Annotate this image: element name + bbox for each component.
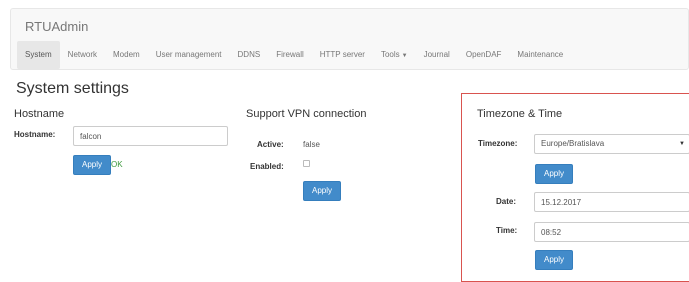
time-apply-button[interactable]: Apply [535,250,574,270]
timezone-section-title: Timezone & Time [477,108,563,120]
vpn-active-value: false [303,140,320,149]
nav-item-opendaf[interactable]: OpenDAF [458,41,510,69]
nav-item-network[interactable]: Network [60,41,105,69]
nav-item-firewall[interactable]: Firewall [268,41,312,69]
timezone-time-panel: Timezone & Time Timezone: Europe/Bratisl… [461,93,689,282]
nav-item-label: OpenDAF [465,50,502,59]
page-title: System settings [16,80,129,97]
hostname-label: Hostname: [14,130,56,139]
nav-item-label: User management [155,50,222,59]
timezone-apply-button[interactable]: Apply [535,164,574,184]
vpn-enabled-label: Enabled: [250,162,284,171]
vpn-active-label: Active: [257,140,284,149]
nav-item-maintenance[interactable]: Maintenance [509,41,571,69]
nav-item-system[interactable]: System [17,41,60,69]
timezone-select[interactable]: Europe/Bratislava ▼ [534,134,689,154]
nav-item-modem[interactable]: Modem [105,41,148,69]
nav-item-label: Tools [380,50,400,59]
date-input[interactable] [534,192,689,212]
vpn-enabled-checkbox[interactable] [303,160,310,167]
nav-item-journal[interactable]: Journal [416,41,458,69]
main-nav-tabs: System Network Modem User management DDN… [17,41,571,69]
caret-down-icon: ▼ [401,53,408,59]
nav-item-label: Network [67,50,98,59]
caret-down-icon: ▼ [679,141,685,147]
nav-item-user-management[interactable]: User management [148,41,230,69]
top-navbar: RTUAdmin System Network Modem User manag… [10,8,689,70]
nav-item-label: System [25,50,52,59]
nav-item-label: Maintenance [517,50,564,59]
app-brand[interactable]: RTUAdmin [25,19,88,34]
hostname-apply-button[interactable]: Apply [73,155,112,175]
vpn-apply-button[interactable]: Apply [303,181,342,201]
vpn-section-title: Support VPN connection [246,108,367,120]
nav-item-label: HTTP server [319,50,365,59]
nav-item-label: Journal [423,50,450,59]
nav-item-ddns[interactable]: DDNS [230,41,269,69]
nav-item-label: Modem [113,50,140,59]
hostname-input[interactable] [73,126,228,146]
nav-item-label: DDNS [237,50,261,59]
nav-item-http-server[interactable]: HTTP server [312,41,373,69]
timezone-label: Timezone: [478,139,518,148]
hostname-status-ok: OK [111,160,123,169]
nav-item-tools[interactable]: Tools ▼ [373,41,416,69]
time-input[interactable] [534,222,689,242]
time-label: Time: [496,226,518,235]
date-label: Date: [496,197,517,206]
nav-item-label: Firewall [276,50,304,59]
hostname-section-title: Hostname [14,108,65,120]
timezone-select-value: Europe/Bratislava [541,139,605,148]
